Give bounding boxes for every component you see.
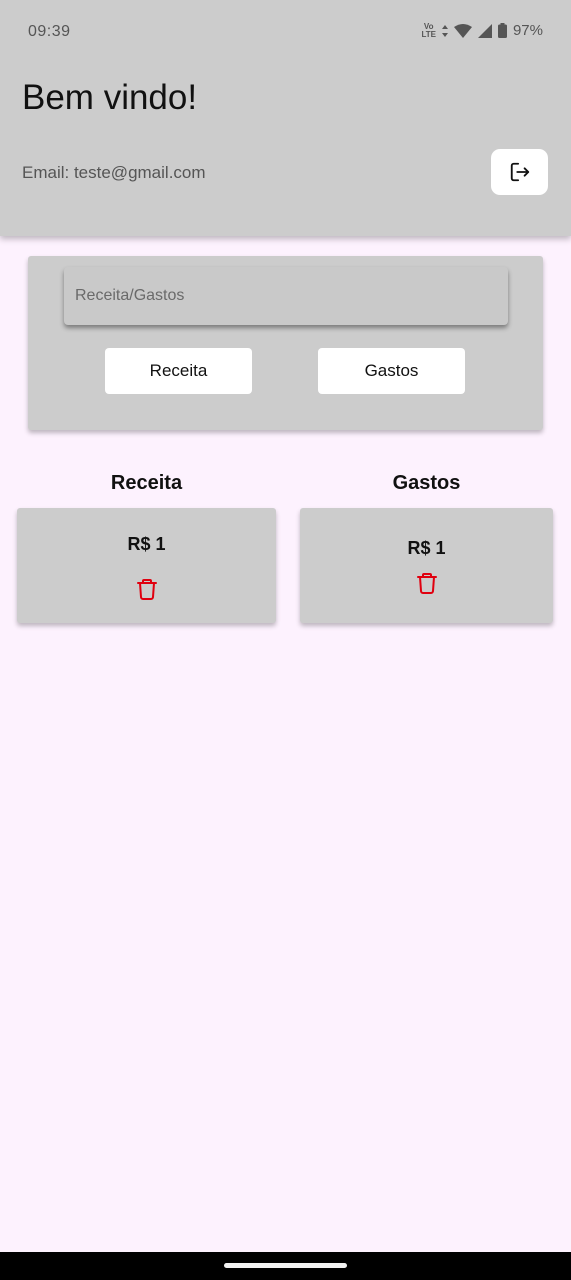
page-title: Bem vindo! [22,78,198,117]
navigation-bar [0,1252,571,1280]
receita-entry-card: R$ 1 [17,508,276,623]
volte-bottom: LTE [421,29,436,39]
receita-column-title: Receita [110,472,183,494]
signal-icon [477,23,492,38]
logout-button[interactable] [491,149,548,195]
receita-amount: R$ 1 [127,534,166,554]
header: 09:39 Vo LTE 97% Bem vindo! Email: teste… [0,0,571,236]
trash-icon [416,573,437,594]
add-gastos-button[interactable]: Gastos [318,348,465,394]
app-screen: 09:39 Vo LTE 97% Bem vindo! Email: teste… [0,0,571,1280]
status-time: 09:39 [28,23,71,40]
trash-icon [136,579,157,600]
gastos-entry-card: R$ 1 [300,508,553,623]
data-arrows-icon [441,24,448,37]
home-gesture-handle[interactable] [224,1263,347,1268]
status-bar: 09:39 Vo LTE 97% [0,0,571,64]
battery-icon [497,23,507,38]
gastos-column-title: Gastos [392,472,461,494]
delete-gastos-button[interactable] [415,571,439,595]
receita-gastos-input[interactable] [64,267,508,325]
user-email: Email: teste@gmail.com [22,163,206,182]
volte-indicator: Vo LTE [421,22,436,39]
gastos-amount: R$ 1 [407,538,446,558]
wifi-icon [453,23,472,38]
delete-receita-button[interactable] [135,577,159,601]
input-card: Receita Gastos [28,256,543,430]
status-icons: Vo LTE 97% [421,22,543,39]
battery-percent: 97% [512,22,543,39]
logout-icon [510,162,529,182]
add-receita-button[interactable]: Receita [105,348,252,394]
